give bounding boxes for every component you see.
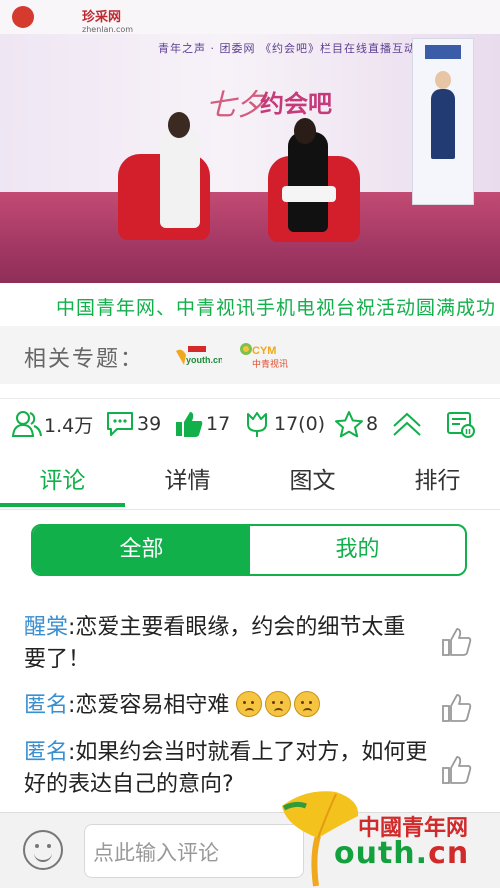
like-icon[interactable] [440, 626, 474, 658]
worried-emoji-icon [294, 691, 321, 717]
scrolling-announcement: 中国青年网、中青视讯手机电视台祝活动圆满成功 [0, 283, 500, 326]
tab-details[interactable]: 详情 [125, 461, 250, 495]
guest-person [288, 132, 328, 232]
collapse-button[interactable] [391, 410, 423, 438]
active-tab-indicator [0, 503, 125, 507]
thumbs-up-icon [176, 412, 203, 437]
like-icon[interactable] [440, 754, 474, 786]
banner-qixi: 七夕 [206, 88, 266, 123]
video-player[interactable]: 珍采网 zhenlan.com 青年之声 · 团委网 《约会吧》栏目在线直播互动… [0, 0, 500, 283]
like-icon[interactable] [440, 692, 474, 724]
stats-bar: 1.4万 39 17 17(0) 8 [0, 398, 500, 448]
banner-subtitle: 青年之声 · 团委网 《约会吧》栏目在线直播互动讲座 [158, 42, 440, 55]
comment-filter: 全部 我的 [31, 524, 467, 576]
comments-stat[interactable]: 39 [105, 410, 161, 438]
youth-league-logo [12, 6, 34, 28]
stage-floor [0, 192, 500, 283]
banner-strip [0, 0, 500, 34]
favorites-stat[interactable]: 8 [334, 410, 378, 438]
related-label: 相关专题： [24, 347, 145, 372]
chevron-up-icon [393, 412, 421, 436]
svg-text:youth.cn: youth.cn [186, 355, 222, 365]
tab-bar: 评论 详情 图文 排行 [0, 447, 500, 510]
comment-text: :恋爱主要看眼缘，约会的细节太重要了！ [24, 615, 406, 672]
notes-button[interactable] [446, 410, 476, 438]
comment-text: :如果约会当时就看上了对方，如何更好的表达自己的意向? [24, 740, 428, 797]
svg-text:中青视讯: 中青视讯 [252, 358, 288, 370]
worried-emoji-icon [236, 691, 263, 717]
comment-user[interactable]: 匿名 [24, 740, 68, 765]
banner-title: 约会吧 [260, 90, 332, 118]
comment-input[interactable]: 点此输入评论 [84, 824, 304, 878]
comment-item: 匿名:恋爱容易相守难 [24, 690, 424, 722]
comment-icon [107, 412, 133, 436]
filter-all-button[interactable]: 全部 [33, 526, 250, 574]
comment-item: 醒棠:恋爱主要看眼缘，约会的细节太重要了！ [24, 612, 424, 676]
youth-cn-badge[interactable]: youth.cn [174, 343, 222, 369]
star-icon [335, 411, 363, 438]
site-logo: 珍采网 zhenlan.com [82, 10, 134, 34]
flower-icon [247, 412, 267, 437]
people-icon [12, 411, 42, 437]
comment-text: :恋爱容易相守难 [68, 693, 230, 718]
smiley-icon[interactable] [23, 830, 63, 870]
tab-comments[interactable]: 评论 [0, 461, 125, 495]
cym-badge[interactable]: CYM 中青视讯 [238, 340, 288, 372]
watermark-youth-cn: outh.cn [334, 836, 470, 871]
tab-photos[interactable]: 图文 [250, 461, 375, 495]
flowers-stat[interactable]: 17(0) [242, 410, 325, 438]
comment-item: 匿名:如果约会当时就看上了对方，如何更好的表达自己的意向? [24, 737, 429, 801]
tab-ranking[interactable]: 排行 [375, 461, 500, 495]
notes-icon [447, 412, 475, 438]
host-person [160, 128, 200, 228]
comment-user[interactable]: 醒棠 [24, 615, 68, 640]
worried-emoji-icon [265, 691, 292, 717]
filter-mine-button[interactable]: 我的 [250, 526, 465, 574]
standee-poster [412, 38, 474, 205]
likes-stat[interactable]: 17 [174, 410, 230, 438]
svg-text:CYM: CYM [252, 345, 276, 357]
comment-user[interactable]: 匿名 [24, 693, 68, 718]
views-stat[interactable]: 1.4万 [12, 410, 93, 438]
